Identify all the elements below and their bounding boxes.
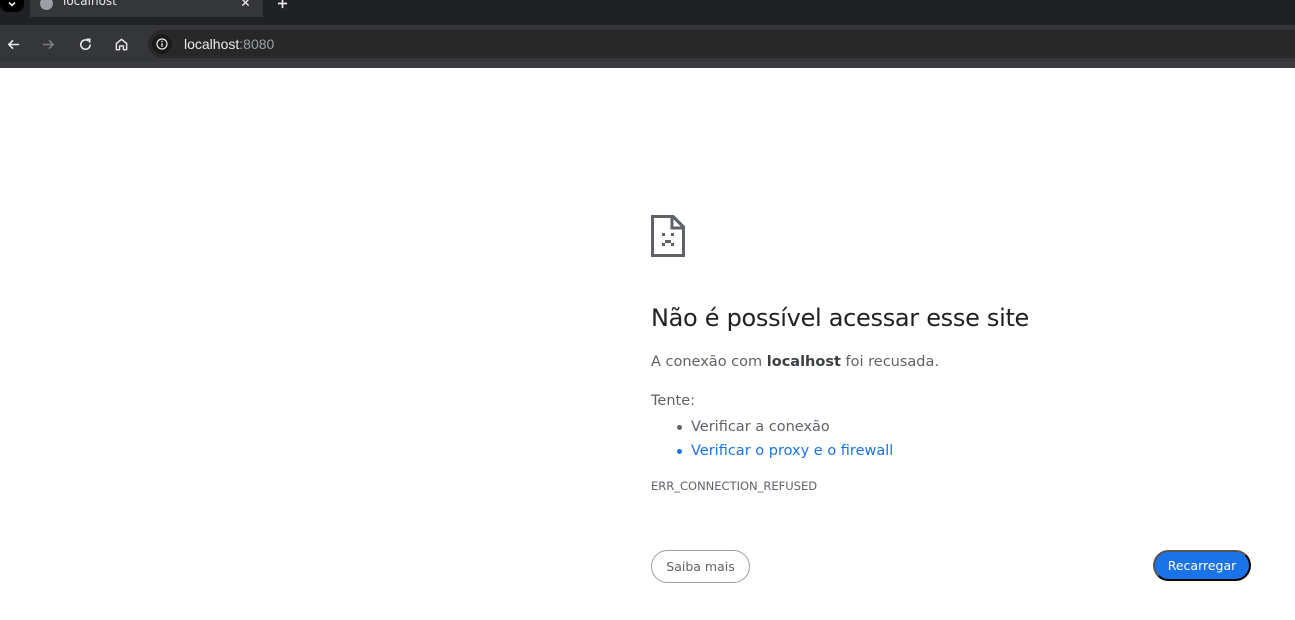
reload-page-button[interactable]: Recarregar [1153,550,1251,581]
suggestion-check-connection: Verificar a conexão [676,415,893,439]
tab-localhost[interactable]: localhost [30,0,263,17]
new-tab-button[interactable] [272,0,292,12]
tab-title: localhost [63,0,117,8]
description-prefix: A conexão com [651,354,767,370]
chevron-down-icon [8,1,16,7]
url-text[interactable]: localhost:8080 [184,36,274,52]
back-button[interactable] [2,33,24,55]
details-button[interactable]: Saiba mais [651,550,750,583]
description-suffix: foi recusada. [840,354,940,370]
plus-icon [277,0,287,8]
globe-icon [40,0,53,10]
toolbar-divider [0,62,1295,68]
home-icon [115,38,127,50]
tab-strip: localhost [0,0,1295,25]
browser-toolbar: localhost:8080 [0,25,1295,62]
reload-button[interactable] [74,33,96,55]
reload-icon [79,38,91,50]
tab-close-button[interactable] [238,0,252,9]
error-code: ERR_CONNECTION_REFUSED [651,479,818,493]
sad-document-icon [651,215,685,257]
arrow-right-icon [42,39,54,49]
home-button[interactable] [110,33,132,55]
site-info-button[interactable] [152,34,172,54]
try-label: Tente: [651,393,695,409]
suggestion-check-proxy-link[interactable]: Verificar o proxy e o firewall [676,439,893,463]
error-description: A conexão com localhost foi recusada. [651,352,939,372]
tab-search-button[interactable] [0,0,24,12]
url-port: :8080 [239,36,275,52]
address-bar[interactable]: localhost:8080 [148,30,1295,58]
close-icon [241,0,249,6]
info-icon [156,38,168,50]
suggestions-list: Verificar a conexão Verificar o proxy e … [676,415,893,463]
arrow-left-icon [7,39,19,49]
error-title: Não é possível acessar esse site [651,304,1030,332]
url-host: localhost [184,36,240,52]
forward-button[interactable] [37,33,59,55]
description-host: localhost [766,354,841,370]
